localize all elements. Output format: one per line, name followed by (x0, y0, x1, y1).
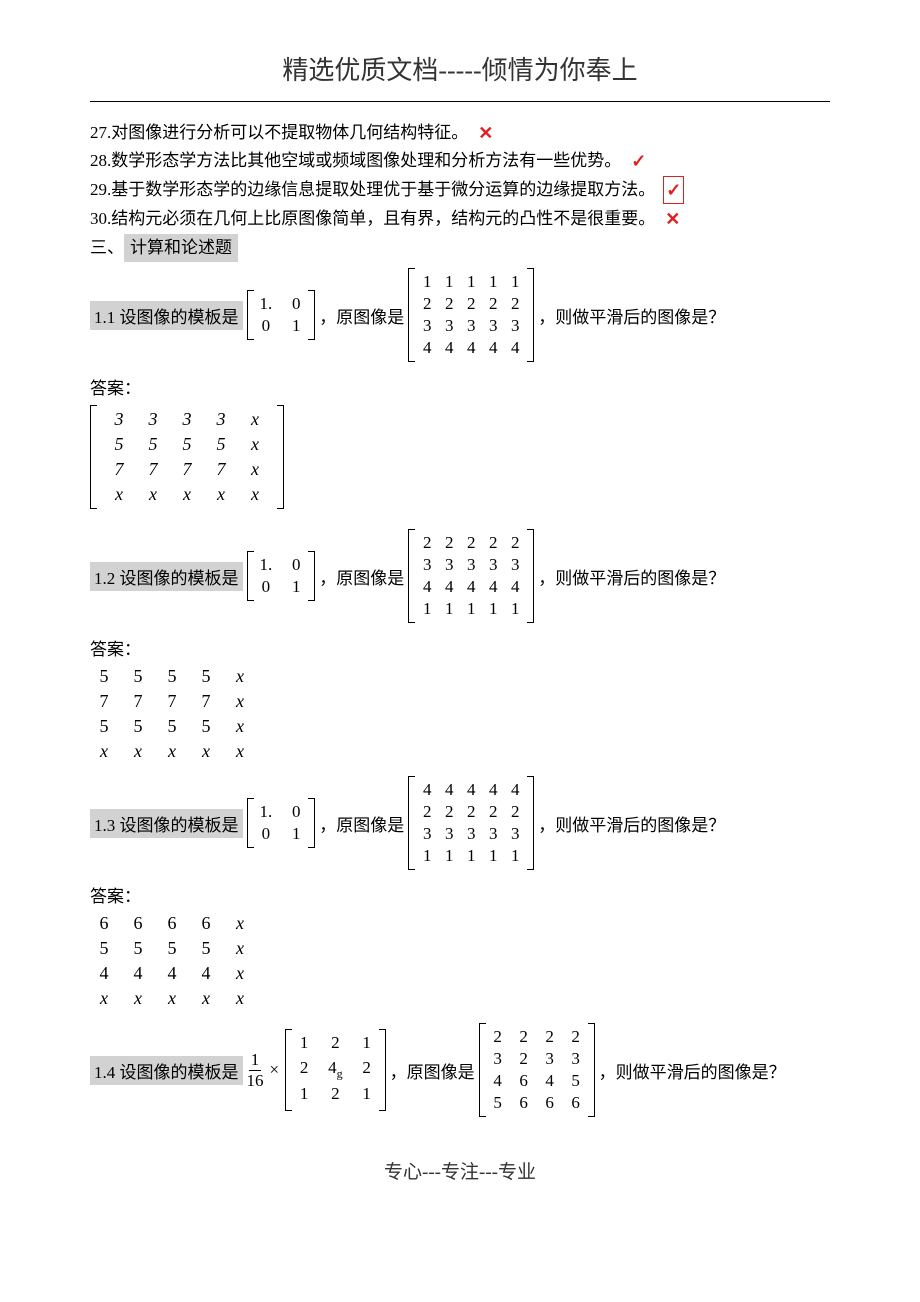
section-title: 计算和论述题 (124, 234, 238, 262)
image-matrix: 22222333334444411111 (408, 529, 534, 623)
image-matrix: 11111222223333344444 (408, 268, 534, 362)
stmt-num: 28. (90, 148, 111, 174)
times-symbol: × (270, 1060, 280, 1080)
image-matrix: 2222323346455666 (479, 1023, 595, 1117)
mid-text: ，原图像是 (319, 811, 404, 836)
answer-matrix-1-2: 5555x7777x5555xxxxxx (90, 666, 830, 762)
stmt-text: 数学形态学方法比其他空域或频域图像处理和分析方法有一些优势。 (111, 148, 621, 174)
problem-label: 1.4 设图像的模板是 (90, 1056, 243, 1085)
fraction-denominator: 16 (245, 1071, 266, 1091)
statement-30: 30. 结构元必须在几何上比原图像简单，且有界，结构元的凸性不是很重要。 ✕ (90, 206, 830, 232)
fraction: 1 16 (245, 1050, 266, 1091)
page-content: 精选优质文档-----倾情为你奉上 27. 对图像进行分析可以不提取物体几何结构… (0, 0, 920, 1224)
answer-label: 答案： (90, 882, 830, 907)
problem-label: 1.2 设图像的模板是 (90, 562, 243, 591)
image-matrix: 44444222223333311111 (408, 776, 534, 870)
template-matrix: 1.001 (247, 551, 316, 601)
stmt-text: 结构元必须在几何上比原图像简单，且有界，结构元的凸性不是很重要。 (111, 206, 655, 232)
problem-1-4: 1.4 设图像的模板是 1 16 × 12124g2121 ，原图像是 2222… (90, 1023, 830, 1117)
check-icon: ✓ (629, 148, 648, 174)
template-matrix: 12124g2121 (285, 1029, 386, 1111)
cross-icon: ✕ (476, 120, 495, 146)
section-3-heading: 三、 计算和论述题 (90, 234, 830, 262)
tail-text: ，则做平滑后的图像是？ (538, 564, 725, 589)
answer-label: 答案： (90, 374, 830, 399)
check-icon: ✓ (663, 176, 684, 204)
page-header: 精选优质文档-----倾情为你奉上 (90, 50, 830, 87)
fraction-numerator: 1 (249, 1050, 262, 1071)
problem-1-2: 1.2 设图像的模板是 1.001 ，原图像是 2222233333444441… (90, 529, 830, 623)
header-rule (90, 101, 830, 102)
mid-text: ，原图像是 (319, 564, 404, 589)
cross-icon: ✕ (663, 206, 682, 232)
tail-text: ，则做平滑后的图像是？ (538, 811, 725, 836)
mid-text: ，原图像是 (390, 1058, 475, 1083)
stmt-text: 基于数学形态学的边缘信息提取处理优于基于微分运算的边缘提取方法。 (111, 177, 655, 203)
stmt-num: 30. (90, 206, 111, 232)
template-matrix: 1.001 (247, 290, 316, 340)
answer-matrix-1-1: 3333x5555x7777xxxxxx (90, 405, 284, 509)
statement-28: 28. 数学形态学方法比其他空域或频域图像处理和分析方法有一些优势。 ✓ (90, 148, 830, 174)
problem-label: 1.1 设图像的模板是 (90, 301, 243, 330)
problem-label: 1.3 设图像的模板是 (90, 809, 243, 838)
template-matrix: 1.001 (247, 798, 316, 848)
mid-text: ，原图像是 (319, 303, 404, 328)
statement-27: 27. 对图像进行分析可以不提取物体几何结构特征。 ✕ (90, 120, 830, 146)
stmt-num: 29. (90, 177, 111, 203)
tail-text: ，则做平滑后的图像是？ (538, 303, 725, 328)
statement-29: 29. 基于数学形态学的边缘信息提取处理优于基于微分运算的边缘提取方法。 ✓ (90, 176, 830, 204)
answer-label: 答案： (90, 635, 830, 660)
stmt-num: 27. (90, 120, 111, 146)
tail-text: ，则做平滑后的图像是？ (599, 1058, 786, 1083)
problem-1-3: 1.3 设图像的模板是 1.001 ，原图像是 4444422222333331… (90, 776, 830, 870)
page-footer: 专心---专注---专业 (90, 1157, 830, 1184)
problem-1-1: 1.1 设图像的模板是 1.001 ，原图像是 1111122222333334… (90, 268, 830, 362)
answer-matrix-1-3: 6666x5555x4444xxxxxx (90, 913, 830, 1009)
section-prefix: 三、 (90, 235, 124, 261)
stmt-text: 对图像进行分析可以不提取物体几何结构特征。 (111, 120, 468, 146)
